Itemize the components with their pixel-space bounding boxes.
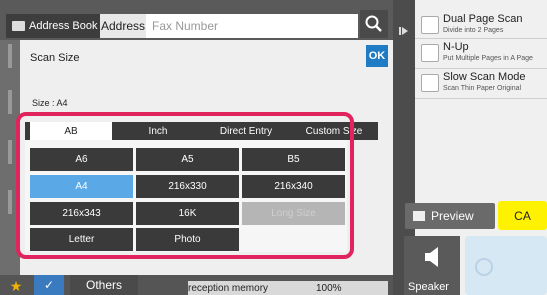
left-edge-mark xyxy=(8,190,12,214)
option-n-up[interactable]: N-Up Put Multiple Pages in A Page xyxy=(415,40,547,68)
divider xyxy=(415,68,547,69)
start-icon xyxy=(475,258,493,276)
highlight-frame xyxy=(16,112,354,259)
checkbox[interactable] xyxy=(421,16,439,34)
fax-number-field[interactable]: Fax Number xyxy=(146,14,358,38)
speaker-icon xyxy=(425,247,438,267)
left-edge-mark xyxy=(8,44,12,68)
address-book-label: Address Book xyxy=(29,20,98,32)
option-slow-scan-mode[interactable]: Slow Scan Mode Scan Thin Paper Original xyxy=(415,70,547,98)
left-edge-mark xyxy=(8,140,12,164)
size-info: Size : A4 xyxy=(32,98,68,108)
search-icon xyxy=(365,15,382,32)
option-title: Slow Scan Mode xyxy=(443,71,526,83)
divider xyxy=(415,98,547,99)
search-button[interactable] xyxy=(360,10,388,38)
speaker-label: Speaker xyxy=(408,281,449,293)
expand-arrow-icon[interactable] xyxy=(399,26,409,36)
option-subtitle: Scan Thin Paper Original xyxy=(443,85,522,92)
left-edge-mark xyxy=(8,90,12,114)
option-title: Dual Page Scan xyxy=(443,13,523,25)
address-book-button[interactable]: Address Book xyxy=(6,14,100,38)
star-icon: ★ xyxy=(9,277,23,294)
option-title: N-Up xyxy=(443,41,469,53)
memory-label: reception memory xyxy=(188,283,269,294)
ca-button[interactable]: CA xyxy=(498,201,547,230)
preview-button[interactable]: Preview xyxy=(405,203,495,229)
favorite-star-button[interactable]: ★ xyxy=(6,277,26,295)
checkbox[interactable] xyxy=(421,44,439,62)
others-button[interactable]: Others xyxy=(70,275,138,295)
ok-button[interactable]: OK xyxy=(366,45,388,67)
speaker-button[interactable]: Speaker xyxy=(404,236,460,295)
memory-value: 100% xyxy=(316,283,342,294)
option-subtitle: Put Multiple Pages in A Page xyxy=(443,55,533,62)
dialog-title: Scan Size xyxy=(30,52,80,64)
divider xyxy=(415,38,547,39)
option-dual-page-scan[interactable]: Dual Page Scan Divide into 2 Pages xyxy=(415,12,547,40)
option-subtitle: Divide into 2 Pages xyxy=(443,27,504,34)
address-button[interactable]: Address xyxy=(100,14,146,38)
check-button[interactable]: ✓ xyxy=(34,275,64,295)
start-button[interactable] xyxy=(465,236,547,295)
preview-label: Preview xyxy=(431,209,474,223)
checkbox[interactable] xyxy=(421,74,439,92)
address-book-icon xyxy=(12,21,25,31)
checkmark-icon: ✓ xyxy=(43,278,55,292)
preview-icon xyxy=(413,211,425,221)
